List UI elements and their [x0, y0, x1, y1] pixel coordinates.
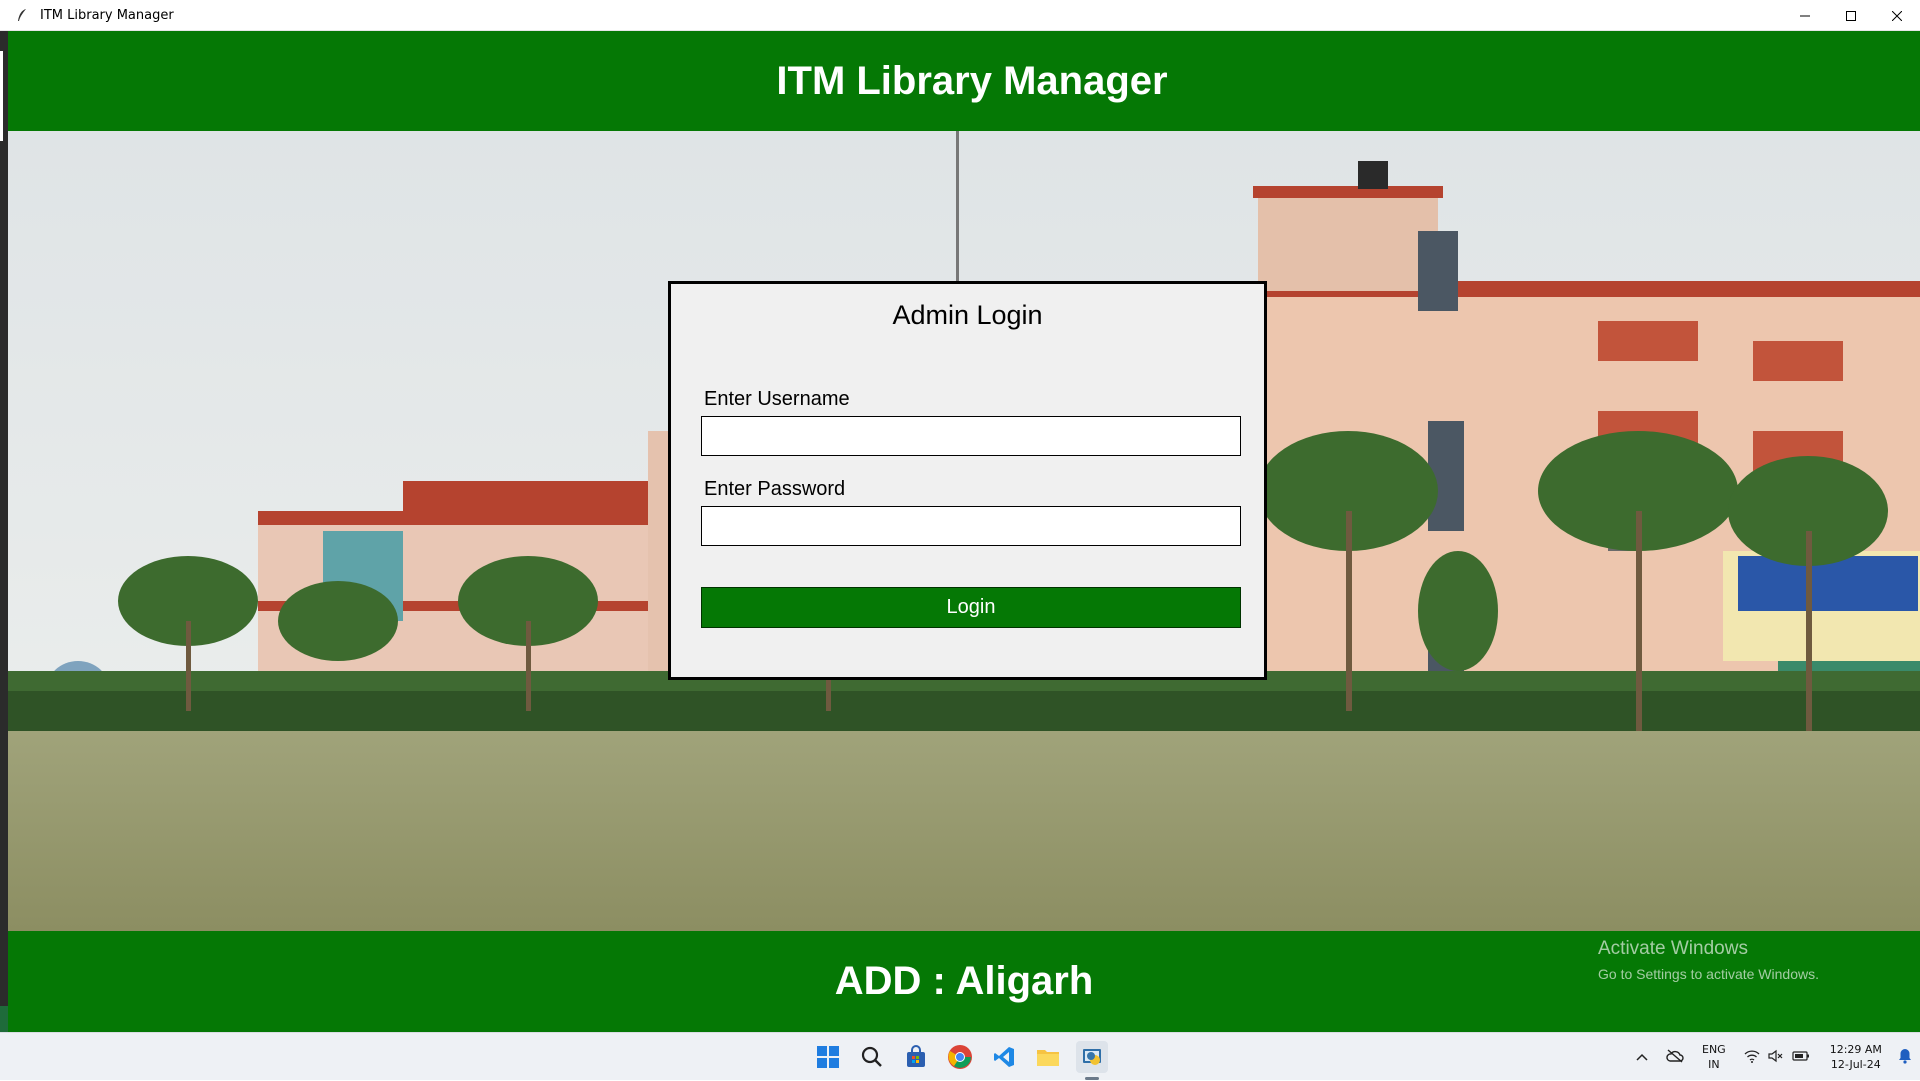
login-heading: Admin Login	[892, 300, 1043, 330]
edge-accent-bottom	[0, 1006, 8, 1034]
window-title: ITM Library Manager	[40, 7, 174, 23]
vscode-icon[interactable]	[988, 1041, 1020, 1073]
system-tray: ENG IN 12:29 AM 12-Jul-24	[1636, 1033, 1912, 1081]
wifi-icon[interactable]	[1744, 1049, 1760, 1066]
window-titlebar: ITM Library Manager	[0, 0, 1920, 31]
activate-windows-watermark: Activate Windows Go to Settings to activ…	[1598, 938, 1819, 982]
volume-muted-icon[interactable]	[1768, 1049, 1784, 1066]
maximize-icon	[1846, 10, 1856, 21]
language-region: IN	[1708, 1058, 1720, 1071]
minimize-icon	[1800, 15, 1810, 16]
admin-login-panel: Admin Login Enter Username Enter Passwor…	[668, 281, 1267, 680]
watermark-title: Activate Windows	[1598, 938, 1748, 959]
search-icon[interactable]	[856, 1041, 888, 1073]
left-window-edge	[0, 31, 8, 1034]
login-button[interactable]: Login	[701, 587, 1241, 628]
clock[interactable]: 12:29 AM 12-Jul-24	[1830, 1042, 1882, 1072]
app-header: ITM Library Manager	[8, 31, 1920, 131]
edge-accent	[0, 51, 3, 141]
username-label: Enter Username	[704, 388, 850, 410]
chevron-up-icon[interactable]	[1636, 1051, 1648, 1064]
minimize-button[interactable]	[1782, 0, 1828, 31]
onedrive-offline-icon[interactable]	[1666, 1048, 1684, 1066]
clock-date: 12-Jul-24	[1830, 1058, 1881, 1071]
battery-icon[interactable]	[1792, 1050, 1810, 1065]
language-code: ENG	[1702, 1043, 1726, 1056]
clock-time: 12:29 AM	[1829, 1043, 1882, 1056]
windows-start-icon[interactable]	[812, 1041, 844, 1073]
close-button[interactable]	[1874, 0, 1920, 31]
python-app-icon[interactable]	[1076, 1041, 1108, 1073]
window-controls	[1782, 0, 1920, 31]
notification-bell-icon[interactable]	[1898, 1048, 1912, 1067]
address-text: ADD : Aligarh	[834, 959, 1094, 1003]
watermark-subtitle: Go to Settings to activate Windows.	[1598, 966, 1819, 982]
language-indicator[interactable]: ENG IN	[1702, 1042, 1726, 1072]
chrome-icon[interactable]	[944, 1041, 976, 1073]
feather-icon	[14, 7, 30, 23]
username-input[interactable]	[701, 416, 1241, 456]
password-label: Enter Password	[704, 478, 846, 500]
maximize-button[interactable]	[1828, 0, 1874, 31]
password-input[interactable]	[701, 506, 1241, 546]
file-explorer-icon[interactable]	[1032, 1041, 1064, 1073]
app-title: ITM Library Manager	[776, 58, 1168, 103]
windows-taskbar: ENG IN 12:29 AM 12-Jul-24	[0, 1032, 1920, 1080]
close-icon	[1892, 10, 1902, 21]
store-icon[interactable]	[900, 1041, 932, 1073]
